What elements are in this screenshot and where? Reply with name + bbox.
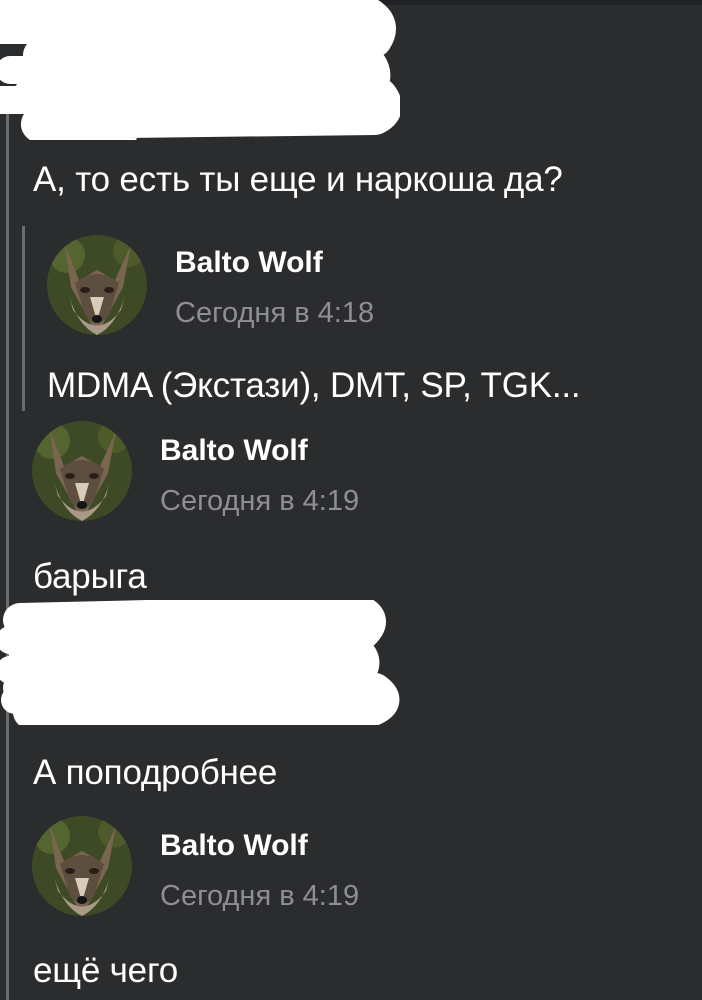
- outer-quote-bar: [6, 95, 9, 1000]
- message-timestamp: Сегодня в 4:19: [160, 880, 360, 912]
- message-text: ещё чего: [33, 951, 179, 990]
- author-avatar[interactable]: [32, 421, 132, 521]
- redacted-author-block: [0, 0, 402, 152]
- author-name[interactable]: Balto Wolf: [160, 434, 308, 468]
- author-avatar[interactable]: [32, 816, 132, 916]
- message-text: А поподробнее: [33, 753, 278, 792]
- wolf-avatar-icon: [47, 235, 147, 335]
- author-name[interactable]: Balto Wolf: [160, 829, 308, 863]
- message-text: А, то есть ты еще и наркоша да?: [33, 160, 563, 199]
- inner-quote-bar: [22, 226, 25, 411]
- message-timestamp: Сегодня в 4:19: [160, 485, 360, 517]
- wolf-avatar-icon: [32, 816, 132, 916]
- message-text: MDMA (Экстази), DMT, SP, TGK...: [47, 366, 581, 405]
- message-timestamp: Сегодня в 4:18: [175, 297, 375, 329]
- author-name[interactable]: Balto Wolf: [175, 246, 323, 280]
- wolf-avatar-icon: [32, 421, 132, 521]
- redacted-author-block: [0, 595, 400, 729]
- author-avatar[interactable]: [47, 235, 147, 335]
- message-text: барыга: [33, 557, 147, 596]
